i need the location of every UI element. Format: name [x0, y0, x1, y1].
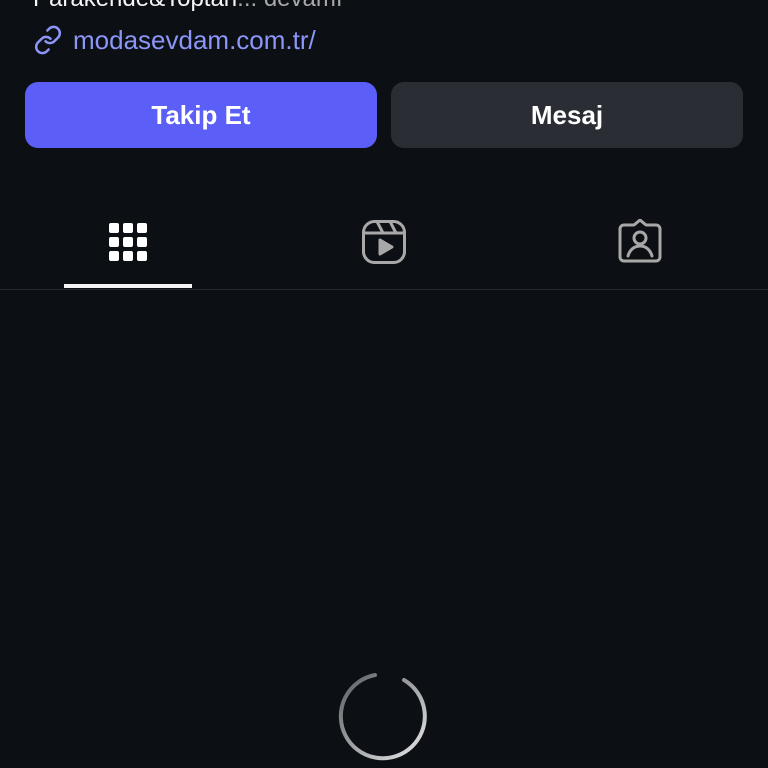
profile-bio: Parakende&Toptan... devamı: [33, 0, 343, 14]
active-tab-indicator: [64, 284, 192, 288]
link-icon: [33, 25, 63, 55]
follow-button[interactable]: Takip Et: [25, 82, 377, 148]
tab-tagged[interactable]: [512, 190, 768, 289]
bio-more-link[interactable]: ... devamı: [237, 0, 342, 12]
follow-button-label: Takip Et: [151, 99, 251, 130]
profile-screen: Parakende&Toptan... devamı modasevdam.co…: [0, 0, 768, 768]
profile-website-link[interactable]: modasevdam.com.tr/: [33, 22, 316, 58]
bio-text: Parakende&Toptan: [33, 0, 237, 12]
loading-spinner-icon: [338, 670, 430, 762]
website-link-text: modasevdam.com.tr/: [73, 24, 316, 55]
tab-reels[interactable]: [256, 190, 512, 289]
tab-posts-grid[interactable]: [0, 190, 256, 289]
tagged-icon: [616, 218, 664, 266]
grid-icon: [104, 218, 152, 266]
reels-icon: [360, 218, 408, 266]
message-button[interactable]: Mesaj: [391, 82, 743, 148]
profile-tabs: [0, 190, 768, 290]
message-button-label: Mesaj: [530, 99, 604, 130]
